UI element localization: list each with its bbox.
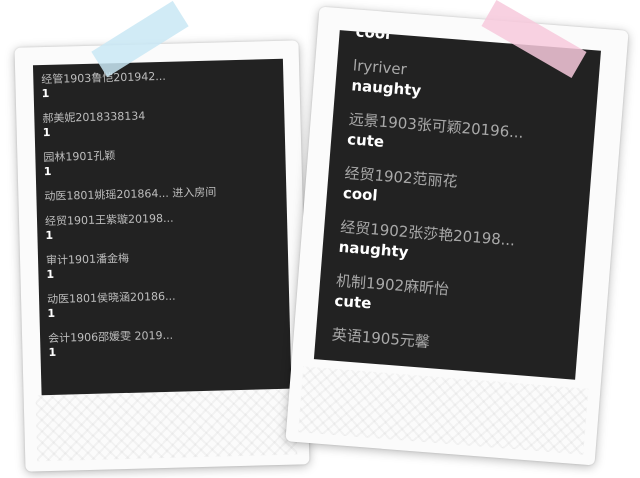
list-item: 机制1902麻昕怡 cute bbox=[334, 271, 582, 330]
left-photo-card: 经管1903鲁恺201942... 1 郝美妮2018338134 1 园林19… bbox=[14, 40, 310, 472]
right-chat-list: cool lryriver naughty 远景1903张可颖20196... … bbox=[315, 30, 601, 364]
right-photo-card: cool lryriver naughty 远景1903张可颖20196... … bbox=[285, 6, 629, 466]
list-item: 经贸1902范丽花 cool bbox=[342, 163, 590, 222]
list-item: 经管1903鲁恺201942... 1 bbox=[41, 67, 284, 101]
list-item: 园林1901孔颖 1 bbox=[43, 145, 286, 179]
user-name: 英语1905元馨 bbox=[331, 325, 431, 352]
list-item: 经贸1901王紫璇20198... 1 bbox=[45, 209, 288, 243]
left-chat-list: 经管1903鲁恺201942... 1 郝美妮2018338134 1 园林19… bbox=[33, 59, 291, 360]
list-item: 经贸1902张莎艳20198... naughty bbox=[338, 217, 586, 276]
list-item: 远景1903张可颖20196... cute bbox=[346, 109, 594, 168]
list-item: 英语1905元馨 bbox=[331, 325, 578, 364]
left-screenshot: 经管1903鲁恺201942... 1 郝美妮2018338134 1 园林19… bbox=[32, 58, 292, 396]
list-item: 郝美妮2018338134 1 bbox=[42, 106, 285, 140]
join-notice: 动医1801姚瑶201864... 进入房间 bbox=[44, 185, 217, 204]
list-item: 审计1901潘金梅 1 bbox=[46, 248, 289, 282]
list-item: 动医1801侯晓涵20186... 1 bbox=[47, 287, 290, 321]
list-item: 会计1906邵媛雯 2019... 1 bbox=[48, 326, 291, 360]
right-screenshot: cool lryriver naughty 远景1903张可颖20196... … bbox=[313, 30, 601, 380]
list-item: 动医1801姚瑶201864... 进入房间 bbox=[44, 184, 286, 204]
